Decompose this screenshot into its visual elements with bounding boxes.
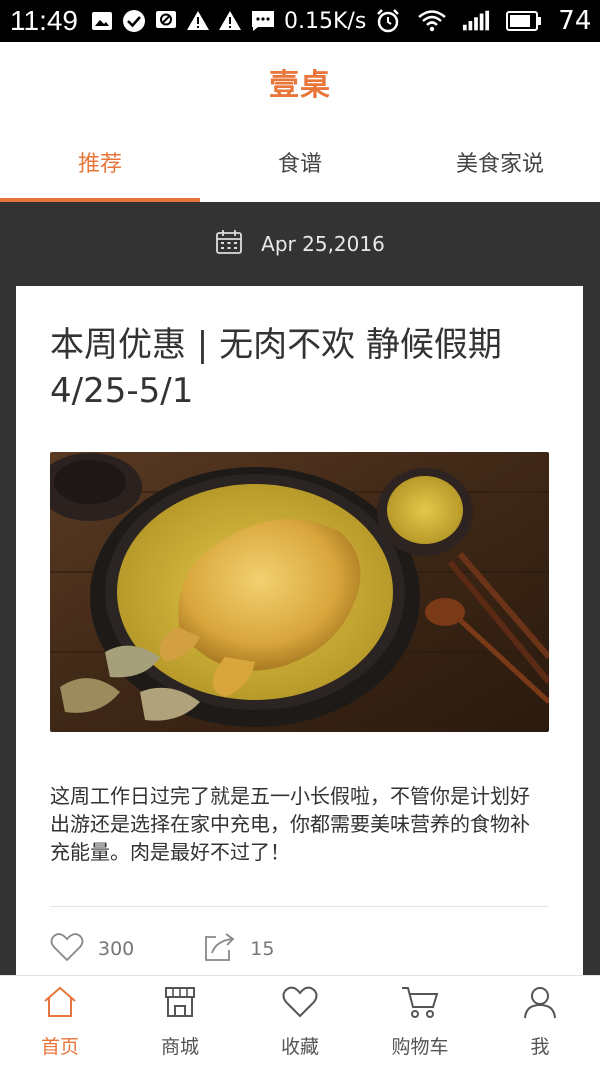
nav-label: 我	[530, 1035, 550, 1058]
share-button[interactable]: 15	[202, 931, 274, 968]
nav-store[interactable]: 商城	[120, 976, 240, 1067]
nav-home[interactable]: 首页	[0, 976, 120, 1067]
article-title: 本周优惠 | 无肉不欢 静候假期4/25-5/1	[50, 325, 502, 411]
battery-level: 74	[558, 6, 592, 36]
warning-icon	[218, 7, 242, 35]
date-header: Apr 25,2016	[0, 202, 600, 286]
check-circle-icon	[122, 7, 146, 35]
app-logo: 壹桌	[269, 68, 331, 103]
nav-label: 首页	[40, 1035, 79, 1058]
nav-label: 商城	[160, 1035, 199, 1058]
cart-icon	[400, 985, 440, 1024]
tab-recipes[interactable]: 食谱	[200, 122, 400, 202]
top-tabs: 推荐 食谱 美食家说	[0, 122, 600, 202]
user-icon	[522, 985, 558, 1024]
feed[interactable]: Apr 25,2016 本周优惠 | 无肉不欢 静候假期4/25-5/1 这周工…	[0, 202, 600, 975]
nav-me[interactable]: 我	[480, 976, 600, 1067]
nav-label: 购物车	[391, 1035, 449, 1058]
nav-cart[interactable]: 购物车	[360, 976, 480, 1067]
network-speed: 0.15K/s	[284, 8, 367, 34]
tab-label: 美食家说	[455, 152, 544, 177]
article-summary: 这周工作日过完了就是五一小长假啦，不管你是计划好出游还是选择在家中充电，你都需要…	[50, 784, 530, 864]
calendar-icon	[215, 229, 243, 260]
like-button[interactable]: 300	[50, 932, 134, 967]
status-bar: 11:49 0.15K/s 74	[0, 0, 600, 42]
article-image[interactable]	[50, 452, 549, 732]
share-count: 15	[250, 938, 275, 960]
app-header: 壹桌	[0, 42, 600, 122]
feed-date: Apr 25,2016	[261, 232, 385, 256]
signal-icon	[462, 7, 490, 35]
tab-recommend[interactable]: 推荐	[0, 122, 200, 202]
warning-icon	[186, 7, 210, 35]
status-time: 11:49	[10, 5, 78, 36]
tab-foodie-says[interactable]: 美食家说	[400, 122, 600, 202]
blocked-message-icon	[154, 7, 178, 35]
like-count: 300	[98, 938, 135, 960]
tab-label: 食谱	[277, 152, 322, 177]
tab-label: 推荐	[77, 152, 122, 177]
store-icon	[162, 985, 198, 1024]
sms-icon	[250, 7, 276, 35]
share-icon	[202, 931, 236, 968]
article-actions: 300 15	[50, 907, 549, 975]
nav-favorites[interactable]: 收藏	[240, 976, 360, 1067]
bottom-nav: 首页 商城 收藏 购物车 我	[0, 975, 600, 1067]
wifi-icon	[418, 7, 447, 35]
home-icon	[42, 985, 78, 1024]
image-icon	[90, 7, 114, 35]
battery-icon	[506, 7, 542, 35]
heart-icon	[50, 932, 84, 967]
article-card[interactable]: 本周优惠 | 无肉不欢 静候假期4/25-5/1 这周工作日过完了就是五一小长假…	[16, 286, 583, 975]
alarm-icon	[374, 7, 402, 35]
heart-icon	[282, 985, 318, 1024]
nav-label: 收藏	[280, 1035, 319, 1058]
